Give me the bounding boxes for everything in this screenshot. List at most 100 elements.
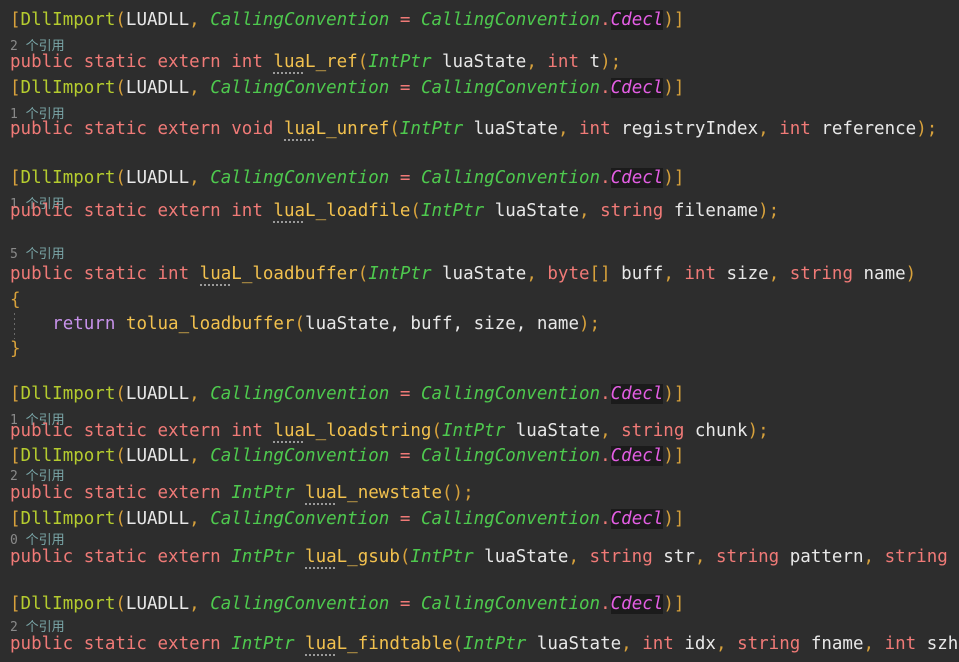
named-argument: CallingConvention [210,78,390,98]
method-name-prefix: lua [199,264,232,284]
method-name-rest: L_gsub [336,547,400,567]
close-paren: ) [663,10,674,30]
return-type: IntPtr [231,547,295,567]
comma: , [758,119,780,139]
param-name: luaState [484,201,579,221]
open-paren: ( [115,168,126,188]
close-bracket: ] [673,446,685,466]
param-type: int [579,119,611,139]
method-name-prefix: lua [305,483,337,503]
code-line-open-brace: { [10,288,21,313]
param-type: string [600,201,664,221]
comma: , [621,634,643,654]
close-paren: ) [758,201,769,221]
enum-type: CallingConvention [420,78,601,98]
return-type: int [231,52,263,72]
member-dot: . [600,384,611,404]
return-type: int [231,421,263,441]
method-name-prefix: lua [273,52,306,72]
close-paren: ) [663,168,674,188]
code-editor-surface[interactable]: [DllImport(LUADLL, CallingConvention = C… [0,0,959,662]
return-keyword: return [52,314,116,334]
code-line-attribute: [DllImport(LUADLL, CallingConvention = C… [10,8,684,33]
method-name-prefix: lua [283,119,316,139]
comma: , [578,201,601,221]
param-type: string [715,547,780,567]
param-type: string [589,547,653,567]
comma: , [557,119,580,139]
comma: , [189,168,211,188]
param-name: luaState [505,421,601,441]
param-type: int [547,52,579,72]
comma: , [663,264,685,284]
code-line-signature: public static extern IntPtr luaL_findtab… [10,632,958,657]
semicolon: ; [926,119,938,139]
open-paren: ( [389,119,400,139]
dll-constant: LUADLL [125,509,190,529]
open-paren: ( [115,446,126,466]
close-brace: } [10,339,21,359]
param-type: string [737,634,801,654]
comma: , [768,264,790,284]
param-name: luaState [526,634,622,654]
open-paren: ( [452,634,464,654]
comma: , [189,10,211,30]
return-type: void [231,119,274,139]
attribute-name: DllImport [20,594,116,614]
param-name: luaState [473,547,569,567]
equals-operator: = [389,446,421,466]
open-paren: ( [115,78,126,98]
comma: , [189,78,211,98]
enum-value-cdecl: Cdecl [610,10,664,30]
param-type: int [684,264,716,284]
equals-operator: = [389,168,421,188]
code-line-signature: public static extern IntPtr luaL_newstat… [10,481,474,506]
code-line-signature: public static extern int luaL_loadfile(I… [10,199,779,224]
open-bracket: [ [10,384,21,404]
method-name-prefix: lua [273,421,306,441]
enum-type: CallingConvention [420,509,601,529]
comma: , [189,509,211,529]
param-name-truncated: szh [916,634,959,654]
comma: , [600,421,622,441]
param-type: IntPtr [368,52,432,72]
attribute-name: DllImport [20,384,116,404]
method-name-prefix: lua [273,201,306,221]
dll-constant: LUADLL [125,10,190,30]
param-name: chunk [684,421,748,441]
codelens-count: 5 [10,247,18,262]
open-paren: ( [357,52,369,72]
param-name: luaState [431,52,527,72]
member-dot: . [600,509,611,529]
param-name: name [852,264,906,284]
param-name: filename [663,201,759,221]
method-name-prefix: lua [305,547,337,567]
code-line-signature: public static extern int luaL_ref(IntPtr… [10,50,621,75]
called-method: tolua_loadbuffer [115,314,295,334]
attribute-name: DllImport [20,10,116,30]
open-paren: ( [410,201,421,221]
comma: , [694,547,716,567]
named-argument: CallingConvention [210,168,390,188]
modifiers: public static extern [10,201,232,221]
equals-operator: = [389,78,421,98]
enum-value-cdecl: Cdecl [610,594,664,614]
close-paren: ) [663,446,674,466]
comma: , [189,594,211,614]
modifiers: public static extern [10,119,232,139]
param-name: reference [810,119,917,139]
attribute-name: DllImport [20,78,116,98]
close-bracket: ] [673,509,685,529]
param-type: int [642,634,674,654]
comma: , [863,547,885,567]
close-paren: ) [663,509,674,529]
enum-type: CallingConvention [420,10,601,30]
method-name-rest: L_newstate [336,483,442,503]
param-name: luaState [431,264,527,284]
enum-type: CallingConvention [420,446,601,466]
close-bracket: ] [673,594,685,614]
comma: , [189,446,211,466]
